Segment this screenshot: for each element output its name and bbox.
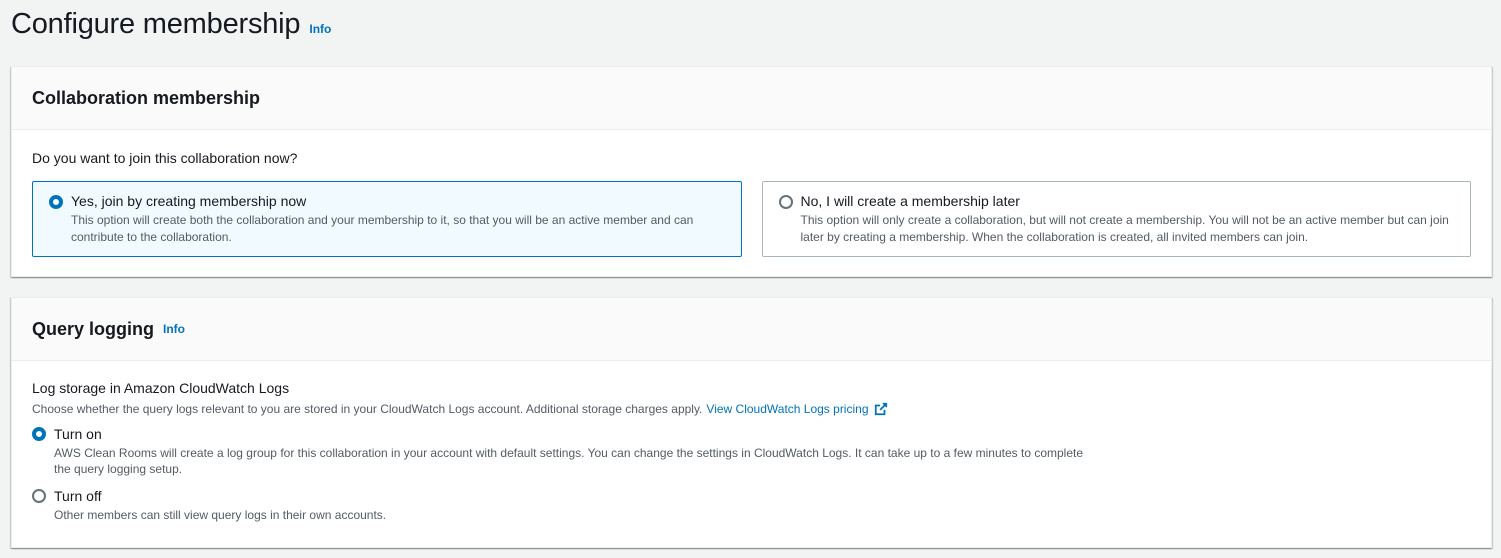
panel-title: Collaboration membership: [32, 87, 261, 108]
turn-on-description: AWS Clean Rooms will create a log group …: [54, 446, 1084, 476]
turn-on-radio[interactable]: [32, 427, 46, 441]
external-link-icon[interactable]: [874, 402, 888, 416]
turn-off-option[interactable]: Turn off Other members can still view qu…: [32, 488, 1471, 523]
join-now-description: This option will create both the collabo…: [71, 213, 694, 244]
page-info-link[interactable]: Info: [309, 22, 331, 36]
page-header: Configure membership Info: [11, 8, 331, 41]
panel-header: Query logging Info: [12, 298, 1491, 361]
page-title: Configure membership: [11, 8, 301, 40]
panel-body: Log storage in Amazon CloudWatch Logs Ch…: [12, 380, 1491, 523]
turn-off-radio[interactable]: [32, 489, 46, 503]
join-later-label: No, I will create a membership later: [800, 193, 1020, 209]
turn-off-description: Other members can still view query logs …: [54, 508, 387, 522]
cloudwatch-pricing-link[interactable]: View CloudWatch Logs pricing: [706, 402, 868, 416]
join-now-radio[interactable]: [49, 195, 63, 209]
join-now-tile[interactable]: Yes, join by creating membership now Thi…: [32, 181, 742, 257]
turn-off-label: Turn off: [54, 488, 102, 504]
turn-on-option[interactable]: Turn on AWS Clean Rooms will create a lo…: [32, 426, 1471, 477]
log-storage-label: Log storage in Amazon CloudWatch Logs: [32, 380, 290, 396]
panel-title: Query logging: [32, 318, 155, 339]
log-storage-description: Choose whether the query logs relevant t…: [32, 402, 1471, 416]
turn-on-label: Turn on: [54, 426, 102, 442]
join-later-tile[interactable]: No, I will create a membership later Thi…: [761, 181, 1471, 257]
join-question: Do you want to join this collaboration n…: [32, 150, 298, 166]
log-storage-description-text: Choose whether the query logs relevant t…: [32, 402, 703, 416]
join-now-label: Yes, join by creating membership now: [71, 193, 307, 209]
join-later-description: This option will only create a collabora…: [800, 213, 1449, 244]
join-later-radio[interactable]: [778, 195, 793, 209]
panel-header: Collaboration membership: [12, 67, 1491, 130]
query-logging-panel: Query logging Info Log storage in Amazon…: [11, 297, 1492, 548]
query-logging-info-link[interactable]: Info: [163, 322, 185, 336]
collaboration-membership-panel: Collaboration membership Do you want to …: [11, 66, 1492, 277]
panel-body: Do you want to join this collaboration n…: [12, 150, 1491, 257]
membership-tiles: Yes, join by creating membership now Thi…: [32, 181, 1471, 257]
